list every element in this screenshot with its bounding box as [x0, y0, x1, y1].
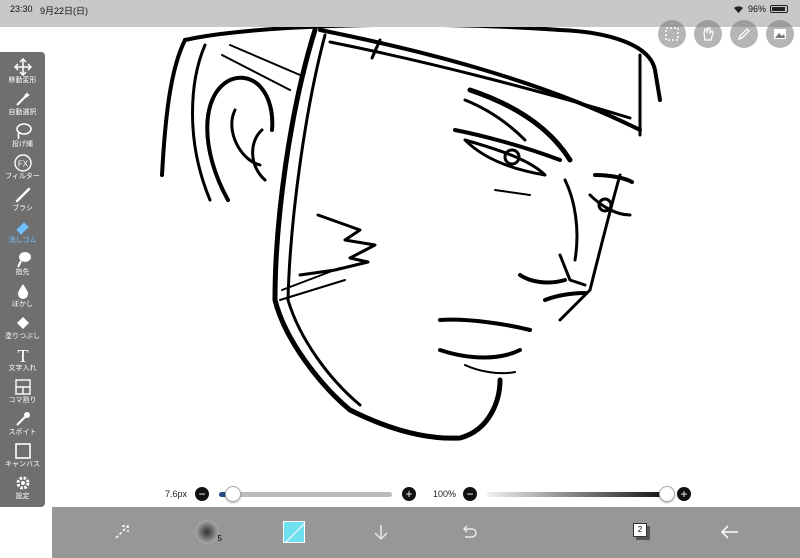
- tool-eyedropper[interactable]: スポイト: [0, 410, 45, 442]
- tool-label: 塗りつぶし: [4, 333, 41, 340]
- tool-brush[interactable]: ブラシ: [0, 186, 45, 218]
- svg-text:T: T: [17, 346, 28, 364]
- brush-size-slider-row: 7.6px − +: [165, 485, 420, 503]
- tool-label: ぼかし: [12, 301, 33, 308]
- back-button[interactable]: [715, 517, 745, 547]
- download-button[interactable]: [366, 517, 396, 547]
- selection-button[interactable]: [658, 20, 686, 48]
- tool-frame-divide[interactable]: コマ割り: [0, 378, 45, 410]
- undo-button[interactable]: [454, 517, 484, 547]
- layers-button[interactable]: 2: [627, 517, 657, 547]
- eraser-icon: [14, 218, 32, 236]
- eyedropper-icon: [14, 410, 32, 428]
- status-right: 96%: [733, 4, 788, 14]
- tool-label: キャンバス: [5, 461, 40, 468]
- tool-move-arrows[interactable]: 移動変形: [0, 58, 45, 90]
- tool-eraser[interactable]: 消しゴム: [0, 218, 45, 250]
- gear-icon: [14, 474, 32, 492]
- top-tool-icons: [658, 20, 794, 48]
- tool-gear[interactable]: 設定: [0, 474, 45, 506]
- battery-icon: [770, 5, 788, 13]
- current-color-button[interactable]: [279, 517, 309, 547]
- tool-finger[interactable]: 指先: [0, 250, 45, 282]
- magic-wand-icon: [14, 90, 32, 108]
- move-arrows-icon: [13, 58, 32, 76]
- finger-icon: [14, 250, 32, 268]
- brush-icon: [14, 186, 32, 204]
- fx-icon: FX: [13, 154, 32, 172]
- battery-percent: 96%: [747, 4, 766, 14]
- layers-count: 2: [633, 523, 647, 537]
- status-date: 9月22日(日): [40, 6, 89, 16]
- opacity-slider-row: 100% − +: [433, 485, 703, 503]
- pencil-icon: [737, 28, 750, 41]
- tool-label: コマ割り: [8, 397, 37, 404]
- drawing-canvas[interactable]: [0, 27, 800, 507]
- blur-drop-icon: [14, 282, 32, 300]
- tool-label: 自動選択: [8, 109, 37, 116]
- tool-text[interactable]: T 文字入れ: [0, 346, 45, 378]
- bottom-toolbar: 5 2: [52, 507, 800, 558]
- fill-bucket-icon: [14, 314, 32, 332]
- svg-text:FX: FX: [17, 160, 28, 169]
- tool-label: スポイト: [8, 429, 37, 436]
- opacity-minus-button[interactable]: −: [463, 487, 477, 501]
- tool-label: フィルター: [5, 173, 40, 180]
- text-icon: T: [14, 346, 32, 364]
- layers-icon: 2: [633, 523, 651, 541]
- undo-icon: [462, 525, 477, 538]
- arrow-down-icon: [374, 525, 388, 541]
- tool-label: 文字入れ: [8, 365, 37, 372]
- canvas-icon: [14, 442, 32, 460]
- brush-size-minus-button[interactable]: −: [195, 487, 209, 501]
- brush-badge: 5: [217, 534, 222, 543]
- opacity-slider[interactable]: [487, 485, 675, 502]
- brush-size-slider[interactable]: [219, 485, 392, 502]
- hand-icon: [703, 27, 714, 41]
- selection-icon: [665, 27, 679, 41]
- image-button[interactable]: [766, 20, 794, 48]
- image-icon: [774, 29, 786, 39]
- opacity-plus-button[interactable]: +: [677, 487, 691, 501]
- brush-size-plus-button[interactable]: +: [402, 487, 416, 501]
- color-swap-button[interactable]: [107, 517, 137, 547]
- current-color-swatch: [283, 521, 305, 543]
- arrow-left-icon: [720, 525, 738, 539]
- tool-label: 消しゴム: [8, 237, 37, 244]
- brush-preset-button[interactable]: 5: [192, 517, 222, 547]
- status-time: 23:30: [10, 4, 33, 14]
- opacity-knob[interactable]: [659, 485, 675, 502]
- tool-label: 移動変形: [8, 77, 37, 84]
- pen-button[interactable]: [730, 20, 758, 48]
- wifi-icon: [733, 5, 743, 13]
- transform-icon: [115, 525, 129, 539]
- frame-divide-icon: [14, 378, 32, 396]
- tool-canvas[interactable]: キャンバス: [0, 442, 45, 474]
- tool-fx[interactable]: FX フィルター: [0, 154, 45, 186]
- tool-blur-drop[interactable]: ぼかし: [0, 282, 45, 314]
- opacity-value: 100%: [433, 489, 457, 499]
- brush-size-value: 7.6px: [165, 489, 188, 499]
- brush-preview-icon: [195, 520, 219, 544]
- tool-label: 指先: [15, 269, 30, 276]
- tool-lasso[interactable]: 投げ縄: [0, 122, 45, 154]
- tool-label: 設定: [15, 493, 30, 500]
- brush-size-knob[interactable]: [224, 485, 241, 502]
- tool-magic-wand[interactable]: 自動選択: [0, 90, 45, 122]
- tool-label: 投げ縄: [12, 141, 33, 148]
- line-art-drawing: [160, 27, 662, 441]
- hand-button[interactable]: [694, 20, 722, 48]
- tool-label: ブラシ: [12, 205, 33, 212]
- tool-fill-bucket[interactable]: 塗りつぶし: [0, 314, 45, 346]
- lasso-icon: [14, 122, 32, 140]
- tool-sidebar: 移動変形自動選択投げ縄 FX フィルターブラシ消しゴム指先ぼかし塗りつぶし T 文字入れ…: [0, 52, 45, 507]
